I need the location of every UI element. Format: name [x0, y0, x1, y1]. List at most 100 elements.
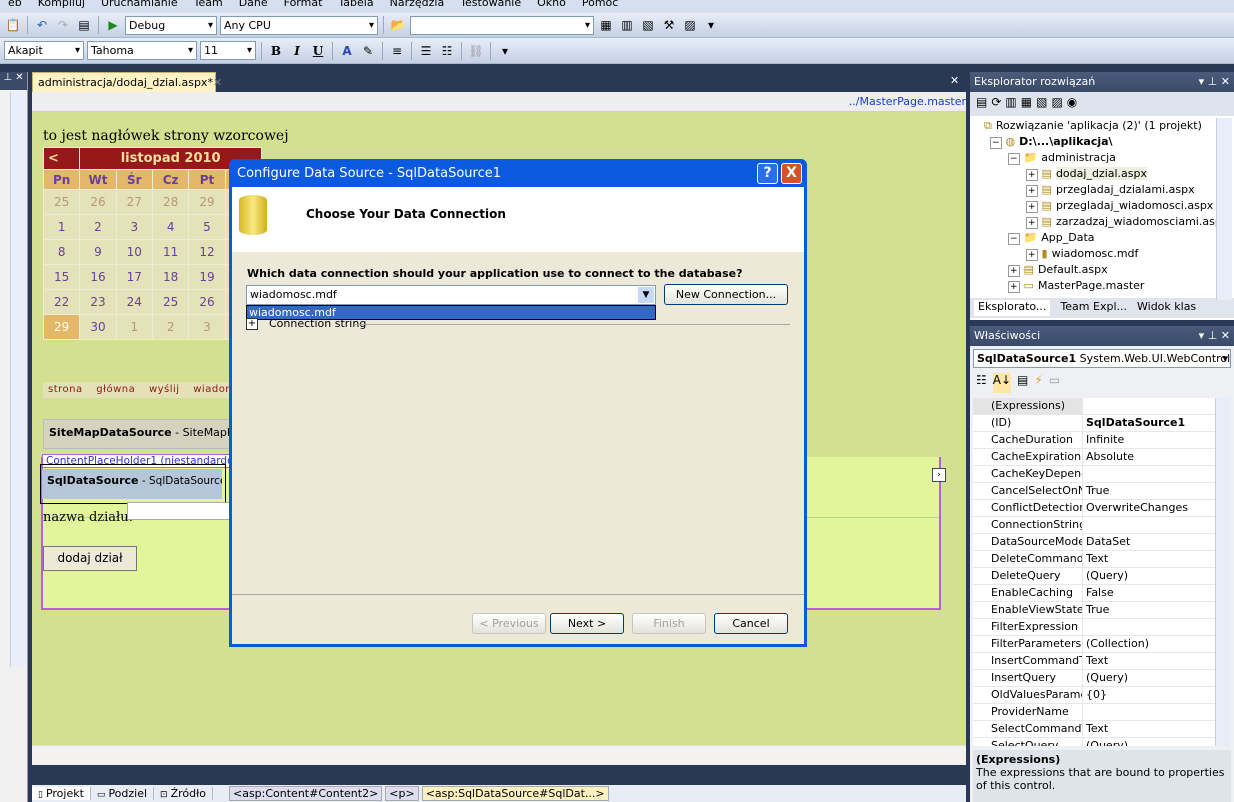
expand-icon[interactable]: +	[1026, 201, 1038, 213]
numbered-list-icon[interactable]: ☷	[438, 42, 456, 60]
property-value[interactable]: Text	[1083, 653, 1217, 669]
property-row[interactable]: DataSourceMode DataSet	[973, 534, 1217, 551]
property-row[interactable]: EnableCaching False	[973, 585, 1217, 602]
start-page-icon[interactable]: ▨	[681, 16, 699, 34]
tree-item[interactable]: ⧉ Rozwiązanie 'aplikacja (2)' (1 projekt)	[984, 118, 1234, 134]
close-document-icon[interactable]: ✕	[950, 74, 959, 87]
property-row[interactable]: CacheKeyDependency	[973, 466, 1217, 483]
alphabetical-icon[interactable]: A↓	[992, 373, 1012, 393]
platform-select[interactable]: Any CPU	[220, 15, 378, 35]
sitemap-datasource-control[interactable]: SiteMapDataSource - SiteMapData	[43, 419, 241, 449]
block-format-select[interactable]: Akapit	[4, 41, 84, 60]
panel-tab[interactable]: Widok klas	[1137, 300, 1196, 316]
property-value[interactable]: (Collection)	[1083, 636, 1217, 652]
sql-datasource-control[interactable]: SqlDataSource - SqlDataSource1	[42, 469, 222, 499]
close-button[interactable]: X	[781, 163, 802, 184]
italic-button[interactable]: I	[288, 42, 306, 60]
menu-item[interactable]: Team	[186, 0, 231, 13]
properties-icon[interactable]: ▥	[618, 16, 636, 34]
font-select[interactable]: Tahoma	[87, 41, 197, 60]
property-row[interactable]: ConnectionString	[973, 517, 1217, 534]
find-combo[interactable]	[410, 15, 594, 35]
property-row[interactable]: CacheDuration Infinite	[973, 432, 1217, 449]
panel-tab[interactable]: Eksplorato...	[974, 300, 1051, 316]
view-designer-icon[interactable]: ▧	[1036, 95, 1047, 113]
property-row[interactable]: (ID) SqlDataSource1	[973, 415, 1217, 432]
menu-item[interactable]: Kompiluj	[30, 0, 93, 13]
property-value[interactable]: {0}	[1083, 687, 1217, 703]
view-code-icon[interactable]: ▦	[1021, 95, 1032, 113]
next-button[interactable]: Next >	[550, 613, 624, 634]
property-row[interactable]: CancelSelectOnNullParTrue	[973, 483, 1217, 500]
calendar-day[interactable]: 8	[42, 239, 81, 265]
calendar-day[interactable]: 19	[188, 264, 226, 290]
underline-button[interactable]: U	[309, 42, 327, 60]
calendar-day[interactable]: 15	[42, 264, 81, 290]
calendar-day[interactable]: 3	[188, 314, 226, 340]
menu-item[interactable]: Pomoc	[574, 0, 626, 13]
panel-controls-icon[interactable]: ▾ ⊥ ✕	[1199, 75, 1230, 89]
property-row[interactable]: ProviderName	[973, 704, 1217, 721]
property-row[interactable]: InsertCommandTypeText	[973, 653, 1217, 670]
property-row[interactable]: InsertQuery (Query)	[973, 670, 1217, 687]
nav-home-link[interactable]: strona główna	[48, 384, 135, 395]
expand-icon[interactable]: +	[1008, 265, 1020, 277]
calendar-day[interactable]: 29	[42, 314, 81, 340]
copy-website-icon[interactable]: ▨	[1051, 95, 1062, 113]
calendar-day[interactable]: 2	[79, 214, 117, 240]
calendar-day[interactable]: 26	[188, 289, 226, 315]
expand-icon[interactable]: +	[1026, 169, 1038, 181]
horizontal-scrollbar[interactable]	[32, 745, 966, 765]
finish-button[interactable]: Finish	[632, 613, 706, 634]
panel-controls-icon[interactable]: ▾ ⊥ ✕	[1199, 329, 1230, 343]
view-tab-2[interactable]: ⊡ Źródło	[154, 787, 213, 800]
menu-item[interactable]: Tabela	[330, 0, 381, 13]
expand-icon[interactable]: +	[1026, 185, 1038, 197]
property-value[interactable]: False	[1083, 585, 1217, 601]
collapse-icon[interactable]: −	[1008, 153, 1020, 165]
object-browser-icon[interactable]: ▧	[639, 16, 657, 34]
nest-files-icon[interactable]: ▥	[1005, 95, 1016, 113]
previous-button[interactable]: < Previous	[472, 613, 546, 634]
calendar-day[interactable]: 3	[115, 214, 153, 240]
highlight-icon[interactable]: ✎	[359, 42, 377, 60]
tree-item[interactable]: + ▤ dodaj_dzial.aspx	[984, 166, 1234, 182]
calendar-day[interactable]: 5	[188, 214, 226, 240]
calendar-day[interactable]: 27	[115, 189, 153, 215]
menu-item[interactable]: Format	[276, 0, 331, 13]
calendar-day[interactable]: 30	[79, 314, 117, 340]
toolbar-options-icon[interactable]: ▾	[496, 42, 514, 60]
tree-item[interactable]: + ▭ MasterPage.master	[984, 278, 1234, 294]
events-icon[interactable]: ⚡	[1034, 373, 1042, 393]
redo-icon[interactable]: ↷	[54, 16, 72, 34]
cancel-button[interactable]: Cancel	[714, 613, 788, 634]
property-value[interactable]: OverwriteChanges	[1083, 500, 1217, 516]
property-value[interactable]: DataSet	[1083, 534, 1217, 550]
object-select[interactable]: SqlDataSource1 System.Web.UI.WebControls…	[973, 349, 1231, 368]
calendar-day[interactable]: 25	[151, 289, 190, 315]
breadcrumb-item[interactable]: <asp:Content#Content2>	[228, 786, 383, 801]
property-row[interactable]: FilterParameters (Collection)	[973, 636, 1217, 653]
panel-tab[interactable]: Team Expl...	[1060, 300, 1127, 316]
smart-tag-button[interactable]: ›	[932, 468, 946, 482]
toolbox-icon[interactable]: ⚒	[660, 16, 678, 34]
bullet-list-icon[interactable]: ☰	[417, 42, 435, 60]
hyperlink-icon[interactable]: ⛓	[467, 42, 485, 60]
tree-item[interactable]: + ▤ przegladaj_dzialami.aspx	[984, 182, 1234, 198]
calendar-day[interactable]: 9	[79, 239, 117, 265]
department-name-input[interactable]	[127, 502, 237, 520]
calendar-day[interactable]: 12	[188, 239, 226, 265]
property-row[interactable]: ConflictDetection OverwriteChanges	[973, 500, 1217, 517]
property-value[interactable]	[1083, 619, 1217, 635]
calendar-day[interactable]: 2	[151, 314, 190, 340]
property-value[interactable]: SqlDataSource1	[1083, 415, 1217, 431]
master-page-link[interactable]: ../MasterPage.master	[849, 95, 966, 108]
menu-item[interactable]: Narzędzia	[382, 0, 453, 13]
tree-item[interactable]: + ▤ zarzadzaj_wiadomosciami.aspx	[984, 214, 1234, 230]
calendar-day[interactable]: 1	[42, 214, 81, 240]
property-value[interactable]: (Query)	[1083, 568, 1217, 584]
property-value[interactable]: Absolute	[1083, 449, 1217, 465]
property-value[interactable]	[1083, 517, 1217, 533]
property-value[interactable]: Text	[1083, 551, 1217, 567]
view-tab-1[interactable]: ▭ Podziel	[91, 787, 155, 800]
